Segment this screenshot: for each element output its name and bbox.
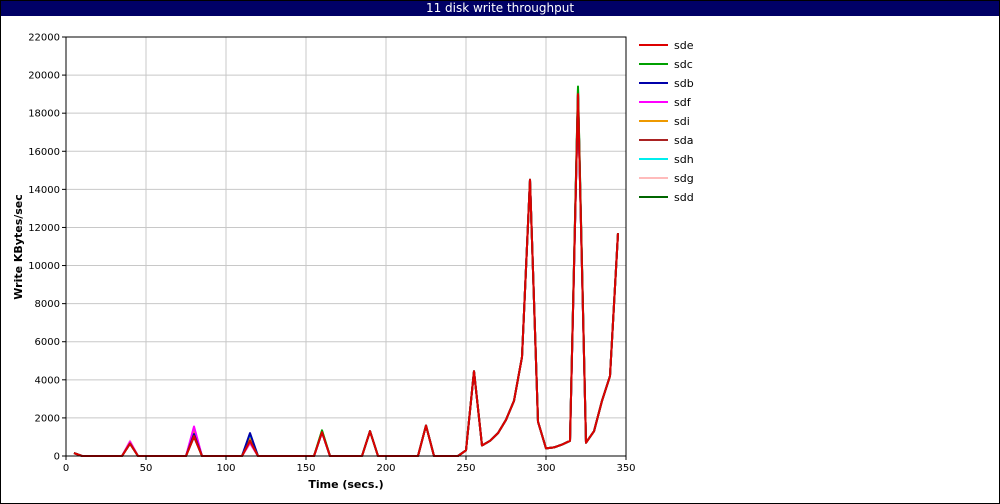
- legend-label-sdc: sdc: [674, 58, 693, 71]
- legend-label-sdh: sdh: [674, 153, 694, 166]
- y-tick-label: 6000: [35, 337, 60, 348]
- legend-label-sda: sda: [674, 134, 693, 147]
- y-tick-label: 16000: [28, 147, 60, 158]
- y-tick-label: 14000: [28, 185, 60, 196]
- y-tick-label: 10000: [28, 261, 60, 272]
- x-tick-label: 350: [616, 463, 635, 474]
- x-tick-label: 150: [296, 463, 315, 474]
- legend: sde sdc sdb sdf sdi sda sdh sdg sdd: [639, 39, 694, 204]
- y-axis-title: Write KBytes/sec: [12, 194, 25, 300]
- legend-label-sde: sde: [674, 39, 694, 52]
- y-tick-label: 22000: [28, 33, 60, 44]
- y-tick-label: 20000: [28, 71, 60, 82]
- legend-label-sdd: sdd: [674, 191, 694, 204]
- y-tick-label: 2000: [35, 413, 60, 424]
- x-tick-label: 50: [140, 463, 153, 474]
- x-tick-label: 250: [456, 463, 475, 474]
- x-tick-label: 200: [376, 463, 395, 474]
- legend-label-sdb: sdb: [674, 77, 694, 90]
- chart-canvas: 0 50 100 150 200 250 300 350 0 2000 4000 6000 8000 10…: [12, 33, 694, 492]
- y-tick-label: 12000: [28, 223, 60, 234]
- x-tick-label: 0: [63, 463, 69, 474]
- x-tick-label: 100: [216, 463, 235, 474]
- x-axis-title: Time (secs.): [308, 478, 383, 491]
- legend-label-sdg: sdg: [674, 172, 694, 185]
- y-tick-label: 4000: [35, 375, 60, 386]
- y-tick-label: 0: [54, 452, 60, 463]
- legend-label-sdf: sdf: [674, 96, 692, 109]
- legend-label-sdi: sdi: [674, 115, 690, 128]
- y-tick-label: 18000: [28, 109, 60, 120]
- y-tick-label: 8000: [35, 299, 60, 310]
- chart-frame: 11 disk write throughput 0 50 100 150 200 250…: [0, 0, 1000, 504]
- plot-background: [66, 37, 626, 456]
- x-tick-label: 300: [536, 463, 555, 474]
